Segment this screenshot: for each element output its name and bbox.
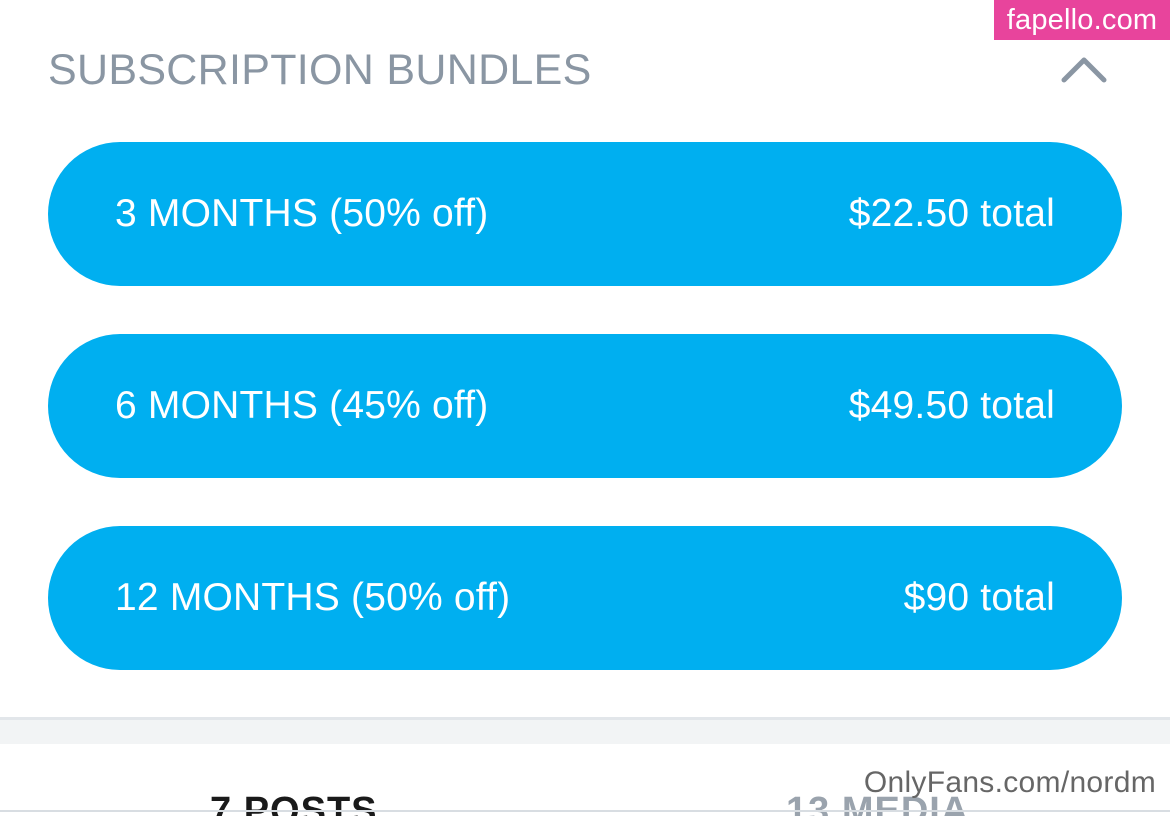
onlyfans-watermark: OnlyFans.com/nordm	[863, 766, 1156, 799]
bundle-price: $22.50 total	[848, 192, 1055, 235]
bundle-button-3-months[interactable]: 3 MONTHS (50% off) $22.50 total	[48, 142, 1122, 286]
section-gap	[0, 720, 1170, 744]
bundle-price: $90 total	[903, 576, 1055, 619]
chevron-up-icon[interactable]	[1060, 48, 1108, 88]
page: fapello.com SUBSCRIPTION BUNDLES 3 MONTH…	[0, 0, 1170, 816]
bundle-label: 3 MONTHS (50% off)	[115, 192, 489, 235]
tab-posts[interactable]: 7 POSTS	[210, 790, 378, 816]
tabs-underline	[0, 810, 1170, 812]
bundle-price: $49.50 total	[848, 384, 1055, 427]
subscription-bundles-header[interactable]: SUBSCRIPTION BUNDLES	[48, 40, 1122, 100]
site-watermark: fapello.com	[994, 0, 1170, 40]
bundle-button-6-months[interactable]: 6 MONTHS (45% off) $49.50 total	[48, 334, 1122, 478]
section-title: SUBSCRIPTION BUNDLES	[48, 46, 592, 94]
bundle-button-12-months[interactable]: 12 MONTHS (50% off) $90 total	[48, 526, 1122, 670]
bundle-label: 6 MONTHS (45% off)	[115, 384, 489, 427]
bundle-label: 12 MONTHS (50% off)	[115, 576, 511, 619]
